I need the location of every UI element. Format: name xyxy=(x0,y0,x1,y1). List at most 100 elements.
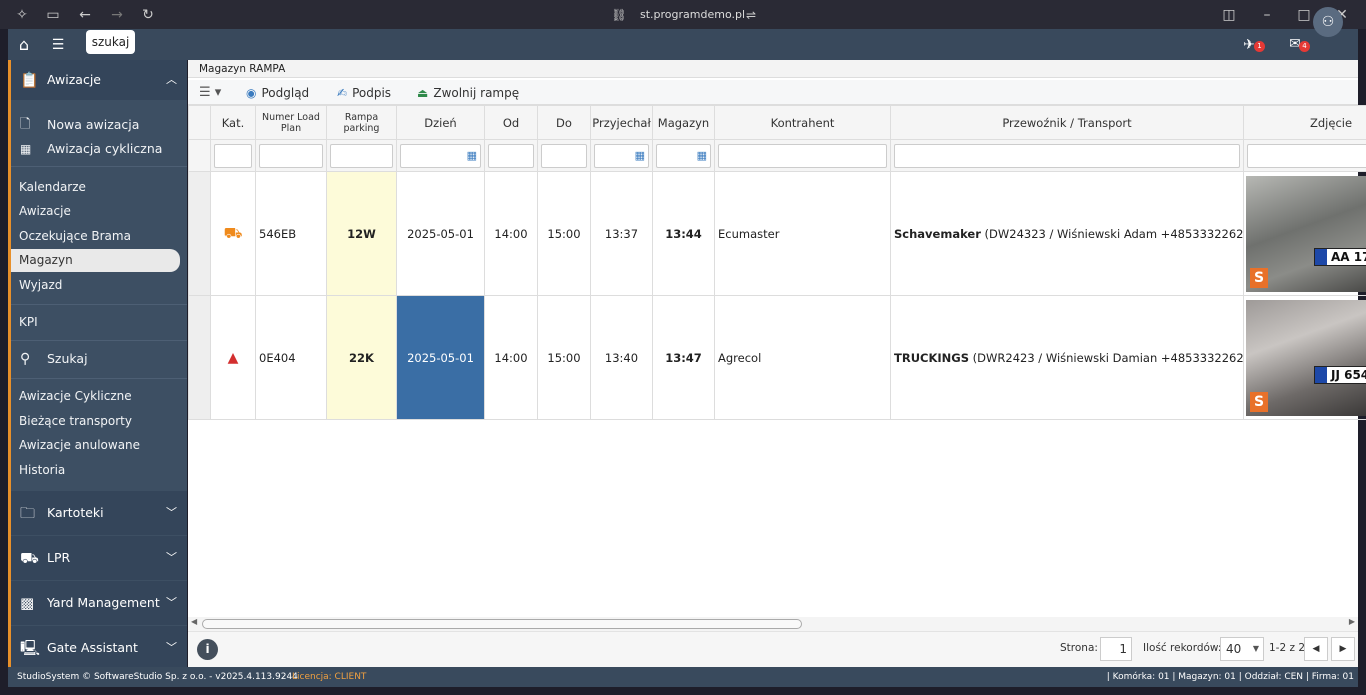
filter-przewoznik[interactable] xyxy=(894,143,1240,168)
numer-cell: 0E404 xyxy=(255,295,327,420)
minimize-icon[interactable]: – xyxy=(1258,6,1276,24)
podpis-button[interactable]: ✍ Podpis xyxy=(337,83,391,103)
button-label: Zwolnij rampę xyxy=(433,86,520,100)
column-header-magazyn[interactable]: Magazyn xyxy=(652,105,715,140)
sidebar-section-awizacje[interactable]: 📋 Awizacje ︿ xyxy=(11,60,187,100)
vehicle-photo[interactable]: AA 17 S xyxy=(1246,175,1366,292)
warning-icon: ▲ xyxy=(227,349,239,366)
carrier-details: (DW24323 / Wiśniewski Adam +48533322626) xyxy=(980,226,1244,241)
sidebar-section-label: Yard Management xyxy=(47,595,160,610)
sidebar-item-label: Awizacja cykliczna xyxy=(47,141,163,156)
column-header-kontrahent[interactable]: Kontrahent xyxy=(714,105,891,140)
sidebar-item-oczekujace-brama[interactable]: Oczekujące Brama xyxy=(11,226,187,246)
browser-logo-icon[interactable]: ✧ xyxy=(13,6,31,24)
calendar-icon[interactable]: ▦ xyxy=(467,149,477,162)
context-info: | Komórka: 01 | Magazyn: 01 | Oddział: C… xyxy=(1106,672,1354,682)
row-gutter[interactable] xyxy=(188,171,211,296)
zwolnij-rampe-button[interactable]: ⏏ Zwolnij rampę xyxy=(417,83,519,103)
split-view-icon[interactable]: ◫ xyxy=(1220,6,1238,24)
menu-collapse-icon[interactable]: ☰ xyxy=(48,35,68,55)
site-settings-icon[interactable]: ⇌ xyxy=(742,6,760,24)
reload-icon[interactable]: ↻ xyxy=(139,6,157,24)
table-row[interactable]: ⛟ 546EB 12W 2025-05-01 14:00 15:00 13:37… xyxy=(188,171,1366,296)
sidebar-item-kalendarze[interactable]: Kalendarze xyxy=(11,177,187,197)
sidebar-item-historia[interactable]: Historia xyxy=(11,460,187,480)
back-icon[interactable]: ← xyxy=(76,6,94,24)
scroll-left-icon[interactable]: ◀ xyxy=(191,617,197,626)
sidebar-item-nowa-awizacja[interactable]: 🗋 Nowa awizacja xyxy=(11,115,187,135)
filter-magazyn[interactable]: ▦ xyxy=(656,143,711,168)
column-header-kat[interactable]: Kat. xyxy=(210,105,256,140)
scroll-right-icon[interactable]: ▶ xyxy=(1349,617,1355,626)
app-header: ⌂ ☰ szukaj ✈ 1 ✉ 4 xyxy=(8,29,1358,60)
next-page-button[interactable]: ▶ xyxy=(1331,637,1355,661)
sidebar-section-yard[interactable]: ▩ Yard Management ﹀ xyxy=(11,581,187,625)
sidebar-section-label: Kartoteki xyxy=(47,505,104,520)
records-per-page-select[interactable]: 40 ▼ xyxy=(1220,637,1264,661)
column-header-dzien[interactable]: Dzień xyxy=(396,105,485,140)
do-cell: 15:00 xyxy=(537,295,591,420)
filter-przyjechal[interactable]: ▦ xyxy=(594,143,649,168)
gutter-cell xyxy=(188,139,211,172)
magazyn-cell: 13:44 xyxy=(652,171,715,296)
info-icon[interactable]: i xyxy=(197,639,218,660)
calendar-icon[interactable]: ▦ xyxy=(697,149,707,162)
column-header-zdjecie[interactable]: Zdjęcie xyxy=(1243,105,1366,140)
column-header-przewoznik[interactable]: Przewoźnik / Transport xyxy=(890,105,1244,140)
column-header-przyjechal[interactable]: Przyjechał xyxy=(590,105,653,140)
vehicle-photo[interactable]: JJ 654 S xyxy=(1246,299,1366,416)
sidebar-item-kpi[interactable]: KPI xyxy=(11,312,187,332)
sidebar-item-biezace-transporty[interactable]: Bieżące transporty xyxy=(11,411,187,431)
zdjecie-cell[interactable]: AA 17 S xyxy=(1243,171,1366,296)
filter-kat[interactable] xyxy=(214,143,252,168)
magazyn-cell: 13:47 xyxy=(652,295,715,420)
search-button[interactable]: szukaj xyxy=(86,30,135,54)
maximize-icon[interactable]: □ xyxy=(1295,6,1313,24)
folder-icon: 🗀 xyxy=(20,504,36,522)
table-row[interactable]: ▲ 0E404 22K 2025-05-01 14:00 15:00 13:40… xyxy=(188,295,1366,420)
filter-do[interactable] xyxy=(541,143,587,168)
column-header-do[interactable]: Do xyxy=(537,105,591,140)
sidebar-item-wyjazd[interactable]: Wyjazd xyxy=(11,275,187,295)
sidebar-toggle-icon[interactable]: ▭ xyxy=(44,6,62,24)
page-input[interactable]: 1 xyxy=(1100,637,1132,661)
sidebar-item-awizacje-anulowane[interactable]: Awizacje anulowane xyxy=(11,435,187,455)
horizontal-scrollbar[interactable]: ◀ ▶ xyxy=(188,617,1358,631)
sidebar-item-magazyn[interactable]: Magazyn xyxy=(11,249,180,272)
sidebar-section-kartoteki[interactable]: 🗀 Kartoteki ﹀ xyxy=(11,491,187,535)
od-cell: 14:00 xyxy=(484,295,538,420)
sidebar-section-lpr[interactable]: ⛟ LPR ﹀ xyxy=(11,536,187,580)
filter-od[interactable] xyxy=(488,143,534,168)
row-gutter[interactable] xyxy=(188,295,211,420)
column-header-od[interactable]: Od xyxy=(484,105,538,140)
sidebar-section-gate[interactable]: 🖳 Gate Assistant ﹀ xyxy=(11,626,187,667)
scrollbar-thumb[interactable] xyxy=(202,619,802,629)
dzien-cell-selected[interactable]: 2025-05-01 xyxy=(396,295,485,420)
range-label: 1-2 z 2 xyxy=(1269,642,1306,654)
podglad-button[interactable]: ◉ Podgląd xyxy=(246,83,309,103)
eye-icon: ◉ xyxy=(246,86,257,100)
filter-dzien[interactable]: ▦ xyxy=(400,143,481,168)
column-header-numer[interactable]: Numer Load Plan xyxy=(255,105,327,140)
filter-numer[interactable] xyxy=(259,143,323,168)
filter-kontrahent[interactable] xyxy=(718,143,887,168)
records-value: 40 xyxy=(1226,642,1242,656)
column-header-rampa[interactable]: Rampa parking xyxy=(326,105,397,140)
home-icon[interactable]: ⌂ xyxy=(14,35,34,55)
sidebar-item-awizacja-cykliczna[interactable]: ▦ Awizacja cykliczna xyxy=(11,139,187,159)
sidebar-item-awizacje-cykliczne[interactable]: Awizacje Cykliczne xyxy=(11,386,187,406)
chevron-up-icon: ︿ xyxy=(166,73,177,86)
toolbar: ☰ ▾ ◉ Podgląd ✍ Podpis ⏏ Zwolnij rampę xyxy=(188,80,1358,105)
filter-zdjecie[interactable] xyxy=(1247,143,1366,168)
user-avatar-icon[interactable]: ⚇ xyxy=(1313,7,1343,37)
zdjecie-cell[interactable]: JJ 654 S xyxy=(1243,295,1366,420)
prev-page-button[interactable]: ◀ xyxy=(1304,637,1328,661)
sidebar-item-awizacje[interactable]: Awizacje xyxy=(11,201,187,221)
column-menu-icon[interactable]: ☰ ▾ xyxy=(199,83,221,103)
data-grid: Kat. Numer Load Plan Rampa parking Dzień… xyxy=(188,105,1366,420)
sidebar-item-szukaj[interactable]: ⚲ Szukaj xyxy=(11,349,187,369)
address-bar[interactable]: st.programdemo.pl xyxy=(640,6,745,24)
filter-rampa[interactable] xyxy=(330,143,393,168)
forward-icon[interactable]: → xyxy=(108,6,126,24)
calendar-icon[interactable]: ▦ xyxy=(635,149,645,162)
